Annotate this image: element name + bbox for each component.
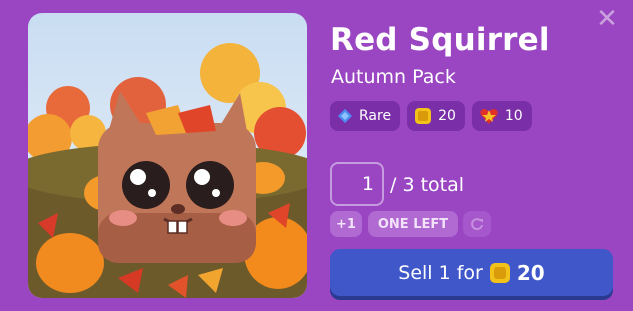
sell-button[interactable]: Sell 1 for 20 <box>330 249 613 296</box>
reset-button[interactable] <box>463 211 491 237</box>
star-heart-icon <box>480 109 498 124</box>
item-pack: Autumn Pack <box>331 66 456 88</box>
quantity-input[interactable]: 1 <box>330 162 384 206</box>
value-label: 20 <box>438 108 456 124</box>
coin-icon <box>415 108 432 124</box>
coin-icon <box>489 262 510 283</box>
value-badge: 20 <box>407 101 465 131</box>
item-name: Red Squirrel <box>330 22 550 58</box>
close-icon: ✕ <box>596 4 618 34</box>
badge-row: Rare 20 10 <box>330 101 532 131</box>
sell-price: 20 <box>516 260 545 285</box>
quantity-total: / 3 total <box>390 174 465 196</box>
rarity-label: Rare <box>359 108 392 124</box>
one-left-button[interactable]: ONE LEFT <box>368 211 458 237</box>
diamond-icon <box>338 109 352 123</box>
xp-badge: 10 <box>471 101 532 131</box>
sell-label: Sell 1 for <box>398 261 483 284</box>
xp-label: 10 <box>504 108 523 124</box>
increment-button[interactable]: +1 <box>330 211 362 237</box>
close-button[interactable]: ✕ <box>594 6 620 32</box>
item-image <box>28 13 307 298</box>
refresh-icon <box>471 218 483 231</box>
rarity-badge: Rare <box>330 101 401 131</box>
